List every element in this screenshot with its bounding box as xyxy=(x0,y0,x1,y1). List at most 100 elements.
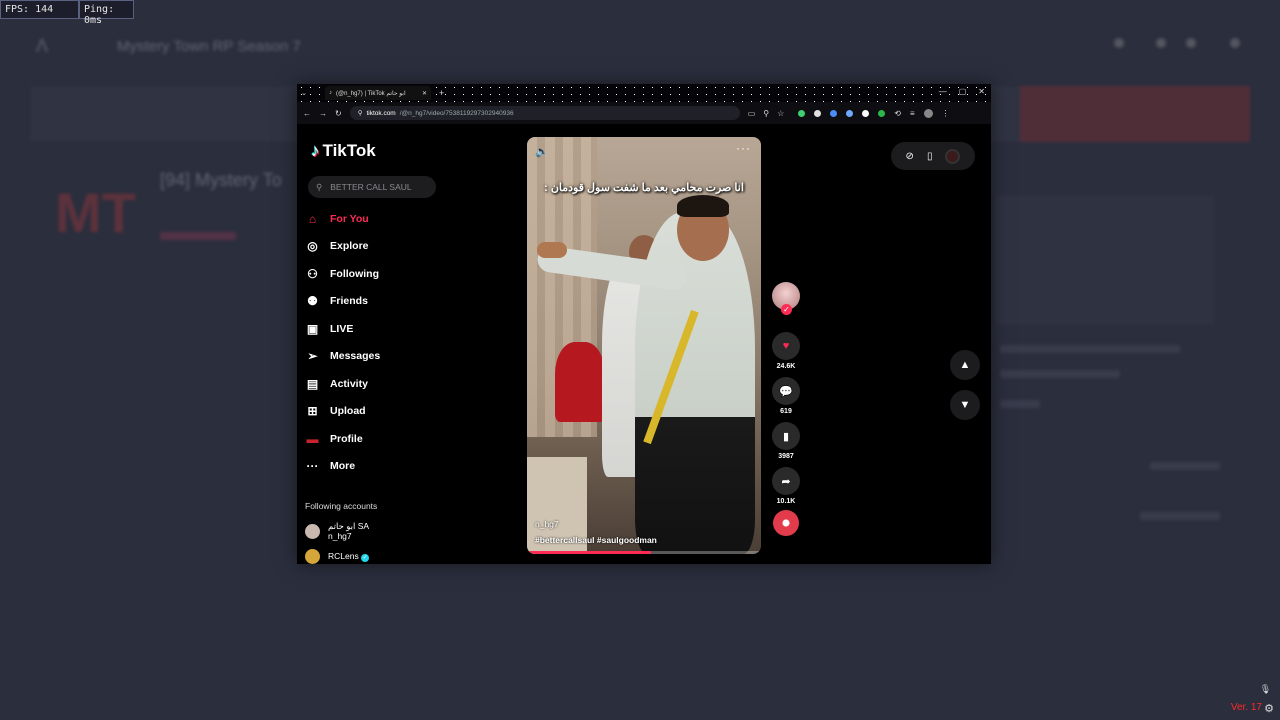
video-progress-bar[interactable] xyxy=(527,551,761,554)
following-accounts-title: Following accounts xyxy=(305,501,378,511)
chevron-up-icon: ▲ xyxy=(959,359,971,371)
nav-item-upload[interactable]: ⊞ Upload xyxy=(305,398,380,426)
nav-item-live[interactable]: ▣ LIVE xyxy=(305,315,380,343)
video-hashtags[interactable]: #bettercallsaul #saulgoodman xyxy=(535,535,657,545)
nav-item-for-you[interactable]: ⌂ For You xyxy=(305,205,380,233)
nav-label: More xyxy=(330,460,356,473)
more-icon: ··· xyxy=(306,459,319,474)
nav-label: Upload xyxy=(330,405,366,418)
nav-item-explore[interactable]: ◎ Explore xyxy=(305,233,380,261)
tab-search-icon[interactable]: ⌄ xyxy=(297,89,311,97)
following-account[interactable]: RCLens ✓ xyxy=(305,549,370,564)
maximize-icon[interactable]: ▢ xyxy=(959,87,967,96)
volume-icon[interactable]: 🔈 xyxy=(535,145,549,158)
nav-label: LIVE xyxy=(330,322,354,335)
account-handle: n_hg7 xyxy=(328,531,352,541)
forward-icon[interactable]: → xyxy=(319,109,327,118)
extension-shield-icon[interactable] xyxy=(798,109,806,117)
verified-badge-icon: ✓ xyxy=(361,554,370,562)
microphone-icon[interactable]: 🎙 xyxy=(1259,684,1272,697)
user-avatar-icon[interactable] xyxy=(945,148,961,164)
bg-line xyxy=(1000,370,1120,378)
address-bar[interactable]: ⚲ tiktok.com/@n_hg7/video/75381192973029… xyxy=(349,106,740,120)
media-control-icon[interactable]: ≡ xyxy=(910,109,915,118)
account-display-name: ابو حاتم SA xyxy=(328,521,370,531)
extension-icon[interactable] xyxy=(814,109,822,117)
new-tab-button[interactable]: + xyxy=(439,88,444,98)
version-label: Ver. 17 xyxy=(1230,702,1262,713)
save-action[interactable]: ▮ 3987 xyxy=(770,422,802,460)
nav-item-activity[interactable]: ▤ Activity xyxy=(305,370,380,398)
zoom-icon[interactable]: ⚲ xyxy=(763,109,769,118)
reload-icon[interactable]: ↻ xyxy=(335,109,342,118)
window-close-icon[interactable]: ✕ xyxy=(978,87,985,96)
bookmark-star-icon[interactable]: ☆ xyxy=(777,109,784,118)
cast-icon[interactable]: ▭ xyxy=(748,109,756,118)
settings-gear-icon[interactable]: ⚙ xyxy=(1264,702,1274,715)
nav-label: For You xyxy=(330,212,369,225)
search-input[interactable]: ⚲ BETTER CALL SAUL xyxy=(308,176,436,198)
server-logo: MT xyxy=(55,181,136,244)
follow-plus-icon[interactable]: ✓ xyxy=(781,304,792,315)
video-frame xyxy=(537,242,567,258)
music-disc-icon[interactable] xyxy=(773,510,799,536)
video-player[interactable]: 🔈 ··· انا صرت محامي بعد ما شفت سول قودما… xyxy=(527,137,761,554)
live-icon: ▣ xyxy=(306,321,319,336)
extension-icon[interactable] xyxy=(846,109,854,117)
tiktok-logo[interactable]: ♪ TikTok xyxy=(311,141,376,161)
tiktok-page: ♪ TikTok ⚲ BETTER CALL SAUL ⌂ For You ◎ Ex… xyxy=(297,124,991,564)
creator-avatar[interactable]: ✓ xyxy=(772,282,800,315)
extensions-puzzle-icon[interactable]: ⟲ xyxy=(894,109,901,118)
autoscroll-icon[interactable]: ⊘ xyxy=(906,151,914,162)
like-count: 24.6K xyxy=(776,363,796,370)
previous-video-button[interactable]: ▲ xyxy=(950,350,980,380)
bg-icon xyxy=(1230,38,1240,48)
share-count: 10.1K xyxy=(776,498,796,505)
search-icon: ⚲ xyxy=(316,181,323,192)
video-author[interactable]: n_hg7 xyxy=(535,519,559,529)
following-account[interactable]: ابو حاتم SA n_hg7 xyxy=(305,521,369,541)
bg-icon xyxy=(1114,38,1124,48)
nav-item-following[interactable]: ⚇ Following xyxy=(305,260,380,288)
browser-menu-icon[interactable]: ⋮ xyxy=(942,109,950,118)
nav-label: Following xyxy=(330,267,379,280)
search-placeholder: BETTER CALL SAUL xyxy=(330,182,412,192)
bookmark-icon[interactable]: ▮ xyxy=(772,422,800,450)
url-domain: tiktok.com xyxy=(366,109,396,117)
back-icon[interactable]: ← xyxy=(303,109,311,118)
comment-icon[interactable]: 💬 xyxy=(772,377,800,405)
video-controls-pill: ⊘ ▯ xyxy=(891,142,975,170)
launcher-title: Mystery Town RP Season 7 xyxy=(117,38,301,55)
video-more-icon[interactable]: ··· xyxy=(736,141,751,155)
nav-item-profile[interactable]: ▬ Profile xyxy=(305,425,380,453)
browser-tab-tiktok[interactable]: ♪ (@n_hg7) | TikTok ابو حاتم ✕ xyxy=(325,86,431,100)
share-icon[interactable]: ➦ xyxy=(772,467,800,495)
nav-item-more[interactable]: ··· More xyxy=(305,453,380,481)
browser-window: ⌄ ♪ (@n_hg7) | TikTok ابو حاتم ✕ + — ▢ ✕… xyxy=(297,84,991,564)
minimize-icon[interactable]: — xyxy=(939,87,947,96)
avatar xyxy=(305,549,320,564)
extension-icon[interactable] xyxy=(862,109,870,117)
tab-strip: ⌄ ♪ (@n_hg7) | TikTok ابو حاتم ✕ + — ▢ ✕ xyxy=(297,84,991,102)
like-action[interactable]: ♥ 24.6K xyxy=(770,332,802,370)
next-video-button[interactable]: ▼ xyxy=(950,390,980,420)
tab-close-icon[interactable]: ✕ xyxy=(422,90,427,97)
chevron-down-icon: ▼ xyxy=(959,399,971,411)
heart-icon[interactable]: ♥ xyxy=(772,332,800,360)
profile-icon: ▬ xyxy=(306,431,319,446)
extension-icon[interactable] xyxy=(878,109,886,117)
share-action[interactable]: ➦ 10.1K xyxy=(770,467,802,505)
comment-action[interactable]: 💬 619 xyxy=(770,377,802,415)
comment-count: 619 xyxy=(780,408,792,415)
nav-item-friends[interactable]: ⚉ Friends xyxy=(305,288,380,316)
site-info-icon[interactable]: ⚲ xyxy=(358,109,363,117)
upload-icon: ⊞ xyxy=(307,404,318,419)
nav-item-messages[interactable]: ➢ Messages xyxy=(305,343,380,371)
device-icon[interactable]: ▯ xyxy=(927,151,933,162)
profile-avatar-icon[interactable] xyxy=(923,108,933,118)
friends-icon: ⚉ xyxy=(307,294,318,309)
nav-label: Messages xyxy=(330,350,381,363)
following-icon: ⚇ xyxy=(307,266,318,281)
tiktok-favicon-icon: ♪ xyxy=(329,90,332,96)
extension-icon[interactable] xyxy=(830,109,838,117)
